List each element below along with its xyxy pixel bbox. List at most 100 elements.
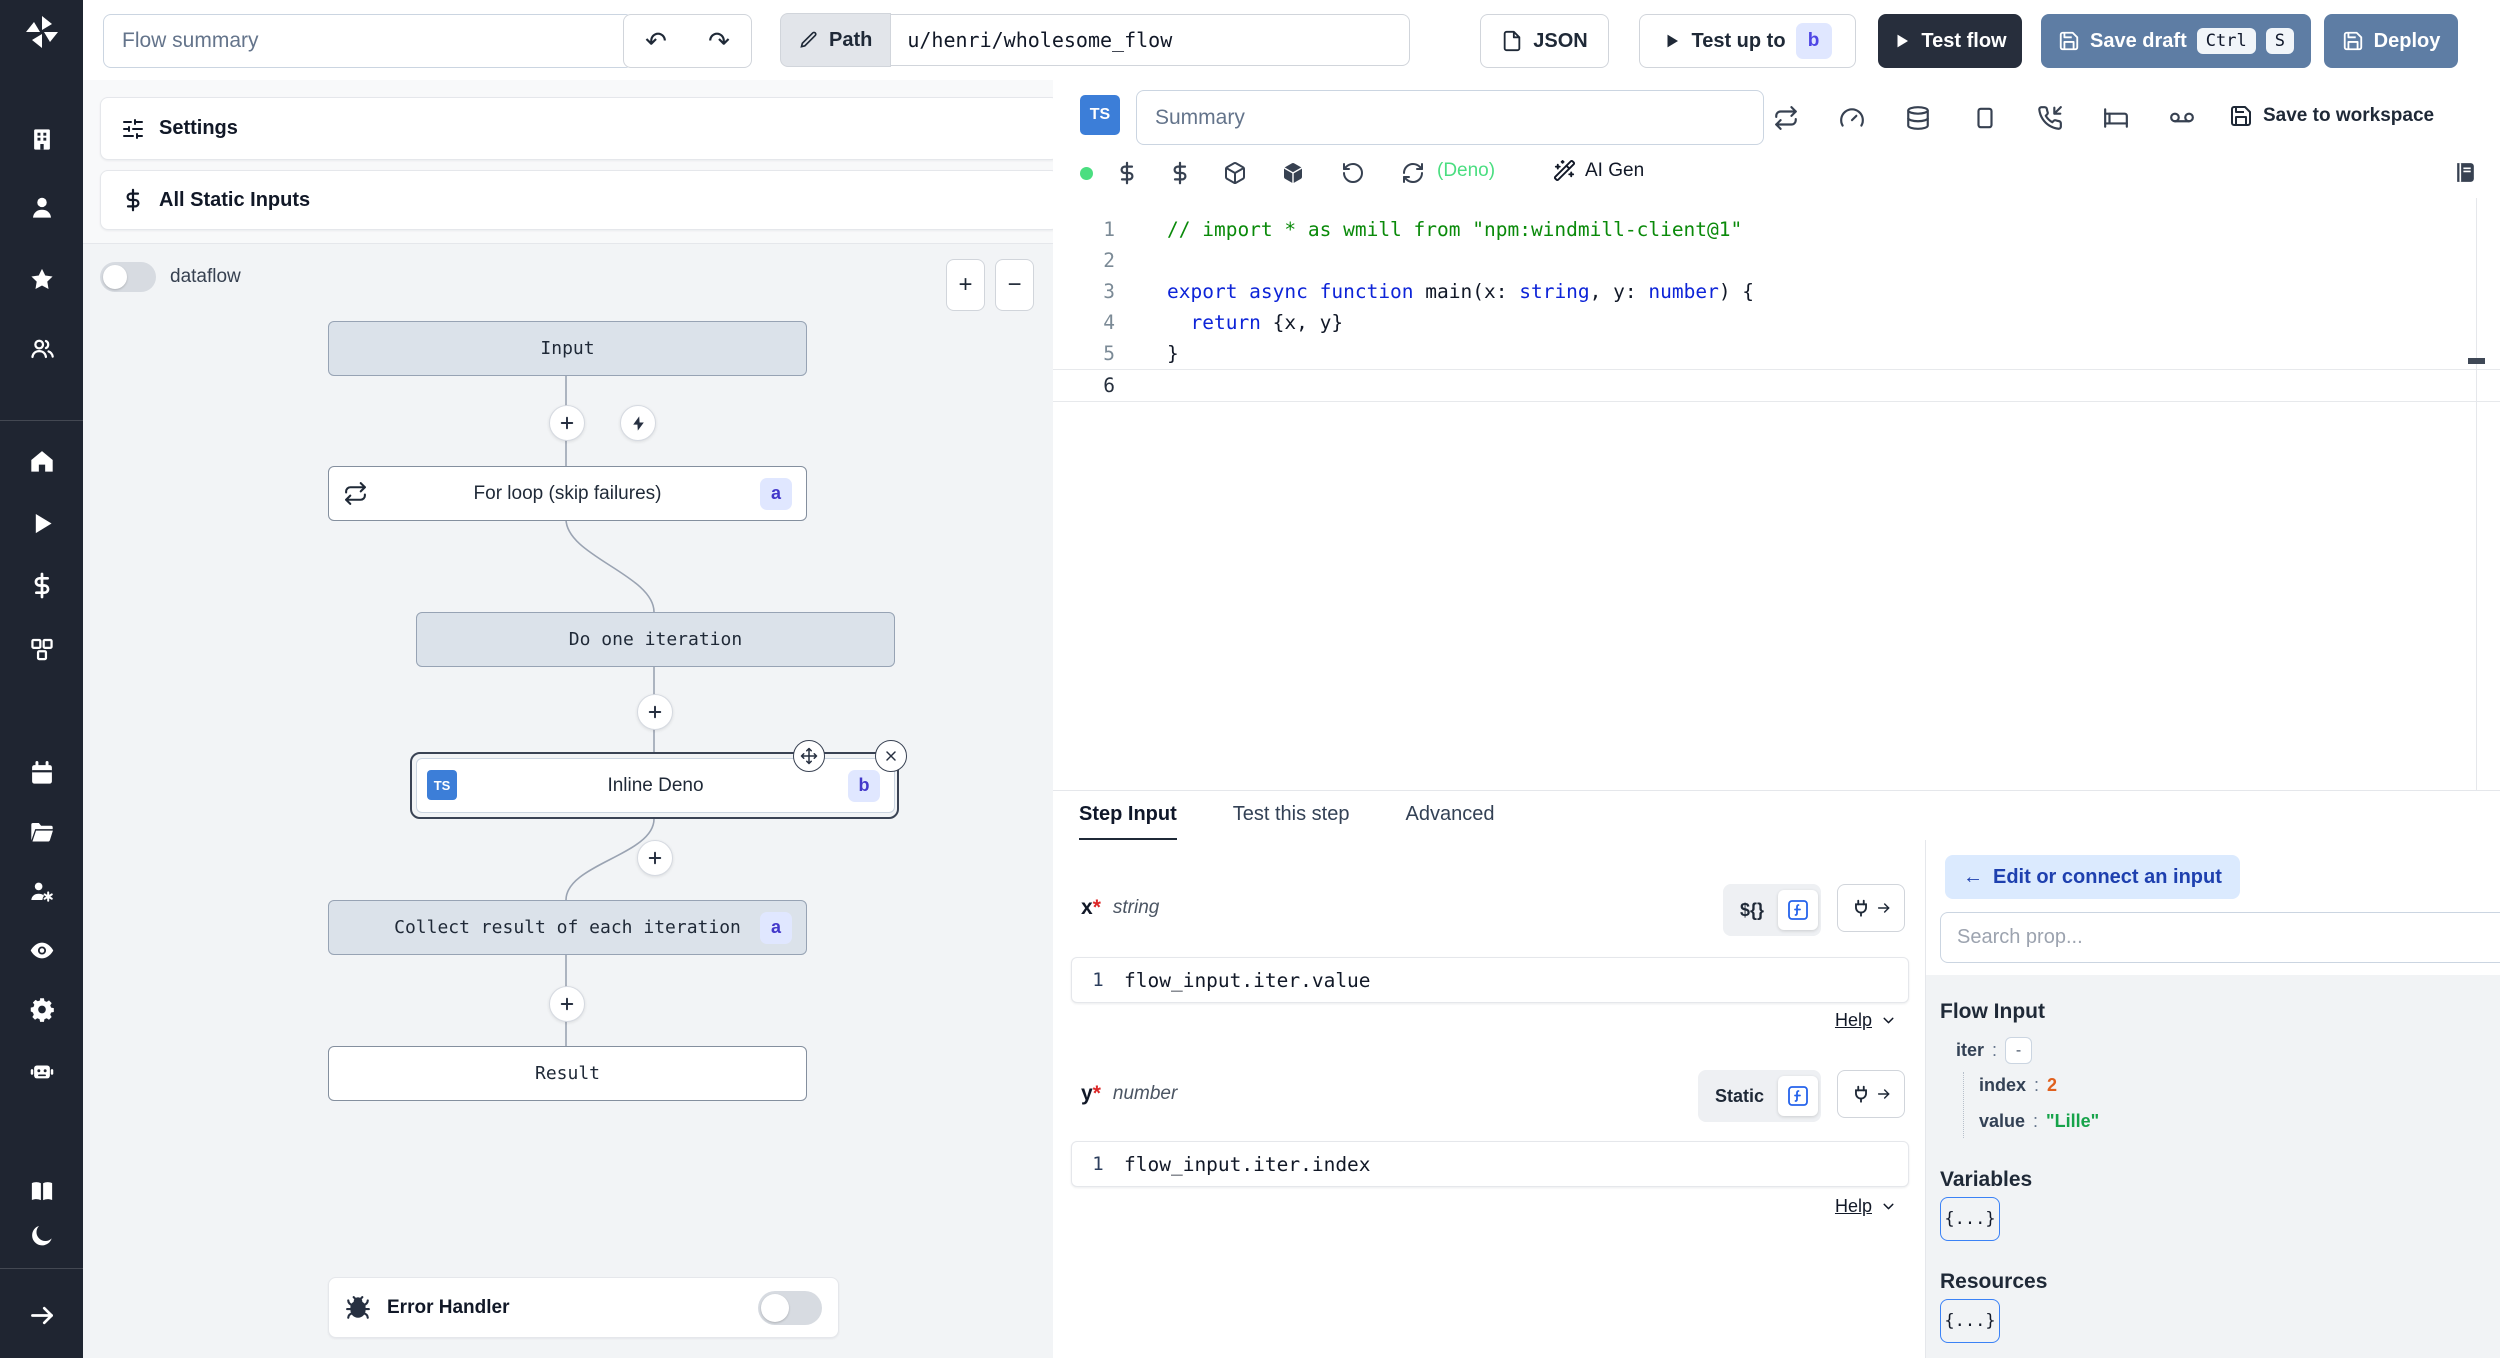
node-for-loop[interactable]: For loop (skip failures) a bbox=[328, 466, 807, 521]
error-handler-row[interactable]: Error Handler bbox=[328, 1277, 839, 1338]
prop-index-row[interactable]: index : 2 bbox=[1979, 1075, 2057, 1096]
path-group: Path bbox=[780, 13, 1411, 67]
suspend-phone-icon[interactable] bbox=[2037, 105, 2063, 131]
delete-step-button[interactable] bbox=[875, 740, 907, 772]
deploy-button[interactable]: Deploy bbox=[2324, 14, 2458, 68]
play-icon[interactable] bbox=[28, 510, 55, 537]
cache-database-icon[interactable] bbox=[1905, 105, 1931, 131]
expand-arrow-icon[interactable] bbox=[28, 1302, 55, 1329]
field-x-expression-editor[interactable]: 1 flow_input.iter.value bbox=[1071, 957, 1909, 1003]
field-y-expression-editor[interactable]: 1 flow_input.iter.index bbox=[1071, 1141, 1909, 1187]
star-icon[interactable] bbox=[28, 266, 55, 293]
retries-icon[interactable] bbox=[1773, 105, 1799, 131]
home-icon[interactable] bbox=[28, 448, 55, 475]
field-y-help[interactable]: Help bbox=[1835, 1196, 1897, 1217]
prop-iter-row[interactable]: iter : - bbox=[1956, 1037, 2033, 1064]
redo-button[interactable]: ↷ bbox=[687, 14, 752, 68]
field-x-help[interactable]: Help bbox=[1835, 1010, 1897, 1031]
variables-expand-button[interactable]: {...} bbox=[1940, 1197, 2000, 1241]
building-icon[interactable] bbox=[28, 126, 55, 153]
eye-icon[interactable] bbox=[28, 937, 55, 964]
library-book-icon[interactable] bbox=[2453, 160, 2478, 185]
trigger-button[interactable] bbox=[620, 405, 656, 441]
prop-key-index[interactable]: index bbox=[1979, 1075, 2026, 1096]
calendar-icon[interactable] bbox=[28, 760, 55, 787]
insert-step-button-1[interactable] bbox=[549, 405, 585, 441]
field-y-connect-button[interactable] bbox=[1837, 1070, 1905, 1118]
package-icon[interactable] bbox=[1223, 161, 1247, 185]
robot-icon[interactable] bbox=[28, 1057, 55, 1084]
path-input[interactable] bbox=[891, 14, 1411, 66]
json-button[interactable]: JSON bbox=[1480, 14, 1609, 68]
mock-voicemail-icon[interactable] bbox=[2169, 105, 2195, 131]
users-gear-icon[interactable] bbox=[28, 878, 55, 905]
test-up-to-button[interactable]: Test up to b bbox=[1639, 14, 1856, 68]
save-to-workspace-button[interactable]: Save to workspace bbox=[2229, 104, 2434, 128]
field-x-expression: flow_input.iter.value bbox=[1124, 968, 1371, 992]
field-x-mode-label[interactable]: ${} bbox=[1726, 900, 1778, 921]
edit-or-connect-button[interactable]: ← Edit or connect an input bbox=[1945, 855, 2240, 899]
step-summary-input[interactable] bbox=[1136, 90, 1764, 145]
node-input[interactable]: Input bbox=[328, 321, 807, 376]
prop-key-value[interactable]: value bbox=[1979, 1111, 2025, 1132]
save-draft-button[interactable]: Save draft Ctrl S bbox=[2041, 14, 2311, 68]
field-y-mode-toggle[interactable]: Static bbox=[1697, 1070, 1821, 1122]
dollar-icon[interactable] bbox=[28, 572, 55, 599]
field-x-connect-button[interactable] bbox=[1837, 884, 1905, 932]
minimap-cursor-mark[interactable] bbox=[2468, 358, 2485, 364]
reset-rotate-ccw-icon[interactable] bbox=[1341, 161, 1365, 185]
prop-key-iter[interactable]: iter bbox=[1956, 1040, 1984, 1061]
connect-input-panel: ← Edit or connect an input Flow Input it… bbox=[1926, 840, 2500, 1358]
windmill-logo-icon[interactable] bbox=[22, 12, 62, 52]
code-line: 4 return {x, y} bbox=[1053, 307, 2500, 338]
moon-icon[interactable] bbox=[28, 1222, 55, 1249]
node-result[interactable]: Result bbox=[328, 1046, 807, 1101]
folder-icon[interactable] bbox=[28, 819, 55, 846]
tab-step-input[interactable]: Step Input bbox=[1079, 791, 1177, 841]
code-line: 5} bbox=[1053, 338, 2500, 369]
flow-settings-row[interactable]: Settings bbox=[100, 97, 1059, 160]
users-icon[interactable] bbox=[28, 335, 55, 362]
flow-inputs-dollar-icon[interactable] bbox=[1168, 161, 1192, 185]
node-do-one-iteration[interactable]: Do one iteration bbox=[416, 612, 895, 667]
prop-value-row[interactable]: value : "Lille" bbox=[1979, 1111, 2099, 1132]
package-filled-icon[interactable] bbox=[1281, 161, 1305, 185]
deno-runtime-label[interactable]: (Deno) bbox=[1437, 160, 1495, 182]
insert-step-button-4[interactable] bbox=[549, 986, 585, 1022]
early-stop-icon[interactable] bbox=[1972, 105, 1998, 131]
cubes-icon[interactable] bbox=[28, 636, 55, 663]
user-icon[interactable] bbox=[28, 194, 55, 221]
gear-icon[interactable] bbox=[28, 996, 55, 1023]
ai-gen-button[interactable]: AI Gen bbox=[1553, 159, 1644, 182]
tab-advanced[interactable]: Advanced bbox=[1405, 791, 1494, 841]
field-y-mode-label[interactable]: Static bbox=[1701, 1086, 1778, 1107]
insert-step-button-2[interactable] bbox=[637, 694, 673, 730]
sleep-bed-icon[interactable] bbox=[2103, 105, 2129, 131]
field-x-mode-toggle[interactable]: ${} bbox=[1722, 884, 1821, 936]
flow-summary-input[interactable] bbox=[103, 14, 633, 68]
resources-expand-button[interactable]: {...} bbox=[1940, 1299, 2000, 1343]
flow-graph-canvas[interactable]: dataflow + − Input For loop (skip failur… bbox=[83, 243, 1053, 1358]
node-collect-result[interactable]: Collect result of each iteration a bbox=[328, 900, 807, 955]
test-flow-button[interactable]: Test flow bbox=[1878, 14, 2022, 68]
concurrency-gauge-icon[interactable] bbox=[1839, 105, 1865, 131]
search-prop-input[interactable] bbox=[1940, 912, 2500, 963]
static-inputs-dollar-icon[interactable] bbox=[1115, 161, 1139, 185]
path-edit-button[interactable]: Path bbox=[780, 13, 892, 67]
insert-step-button-3[interactable] bbox=[637, 840, 673, 876]
prop-iter-collapse-button[interactable]: - bbox=[2005, 1037, 2033, 1064]
node-inline-deno[interactable]: TS Inline Deno b bbox=[416, 758, 895, 813]
book-icon[interactable] bbox=[28, 1178, 55, 1205]
prop-value-index[interactable]: 2 bbox=[2047, 1075, 2057, 1096]
undo-button[interactable]: ↶ bbox=[623, 14, 689, 68]
all-static-inputs-row[interactable]: All Static Inputs bbox=[100, 170, 1059, 230]
error-handler-toggle[interactable] bbox=[758, 1290, 822, 1325]
move-step-handle[interactable] bbox=[793, 740, 825, 772]
prop-value-value[interactable]: "Lille" bbox=[2046, 1111, 2099, 1132]
tab-test-this-step[interactable]: Test this step bbox=[1233, 791, 1350, 841]
field-y-js-mode-button[interactable] bbox=[1778, 1076, 1818, 1116]
refresh-cw-icon[interactable] bbox=[1401, 161, 1425, 185]
field-x-js-mode-button[interactable] bbox=[1778, 890, 1818, 930]
code-line-active: 6 bbox=[1053, 369, 2500, 402]
code-area[interactable]: 1 // import * as wmill from "npm:windmill… bbox=[1053, 198, 2500, 806]
